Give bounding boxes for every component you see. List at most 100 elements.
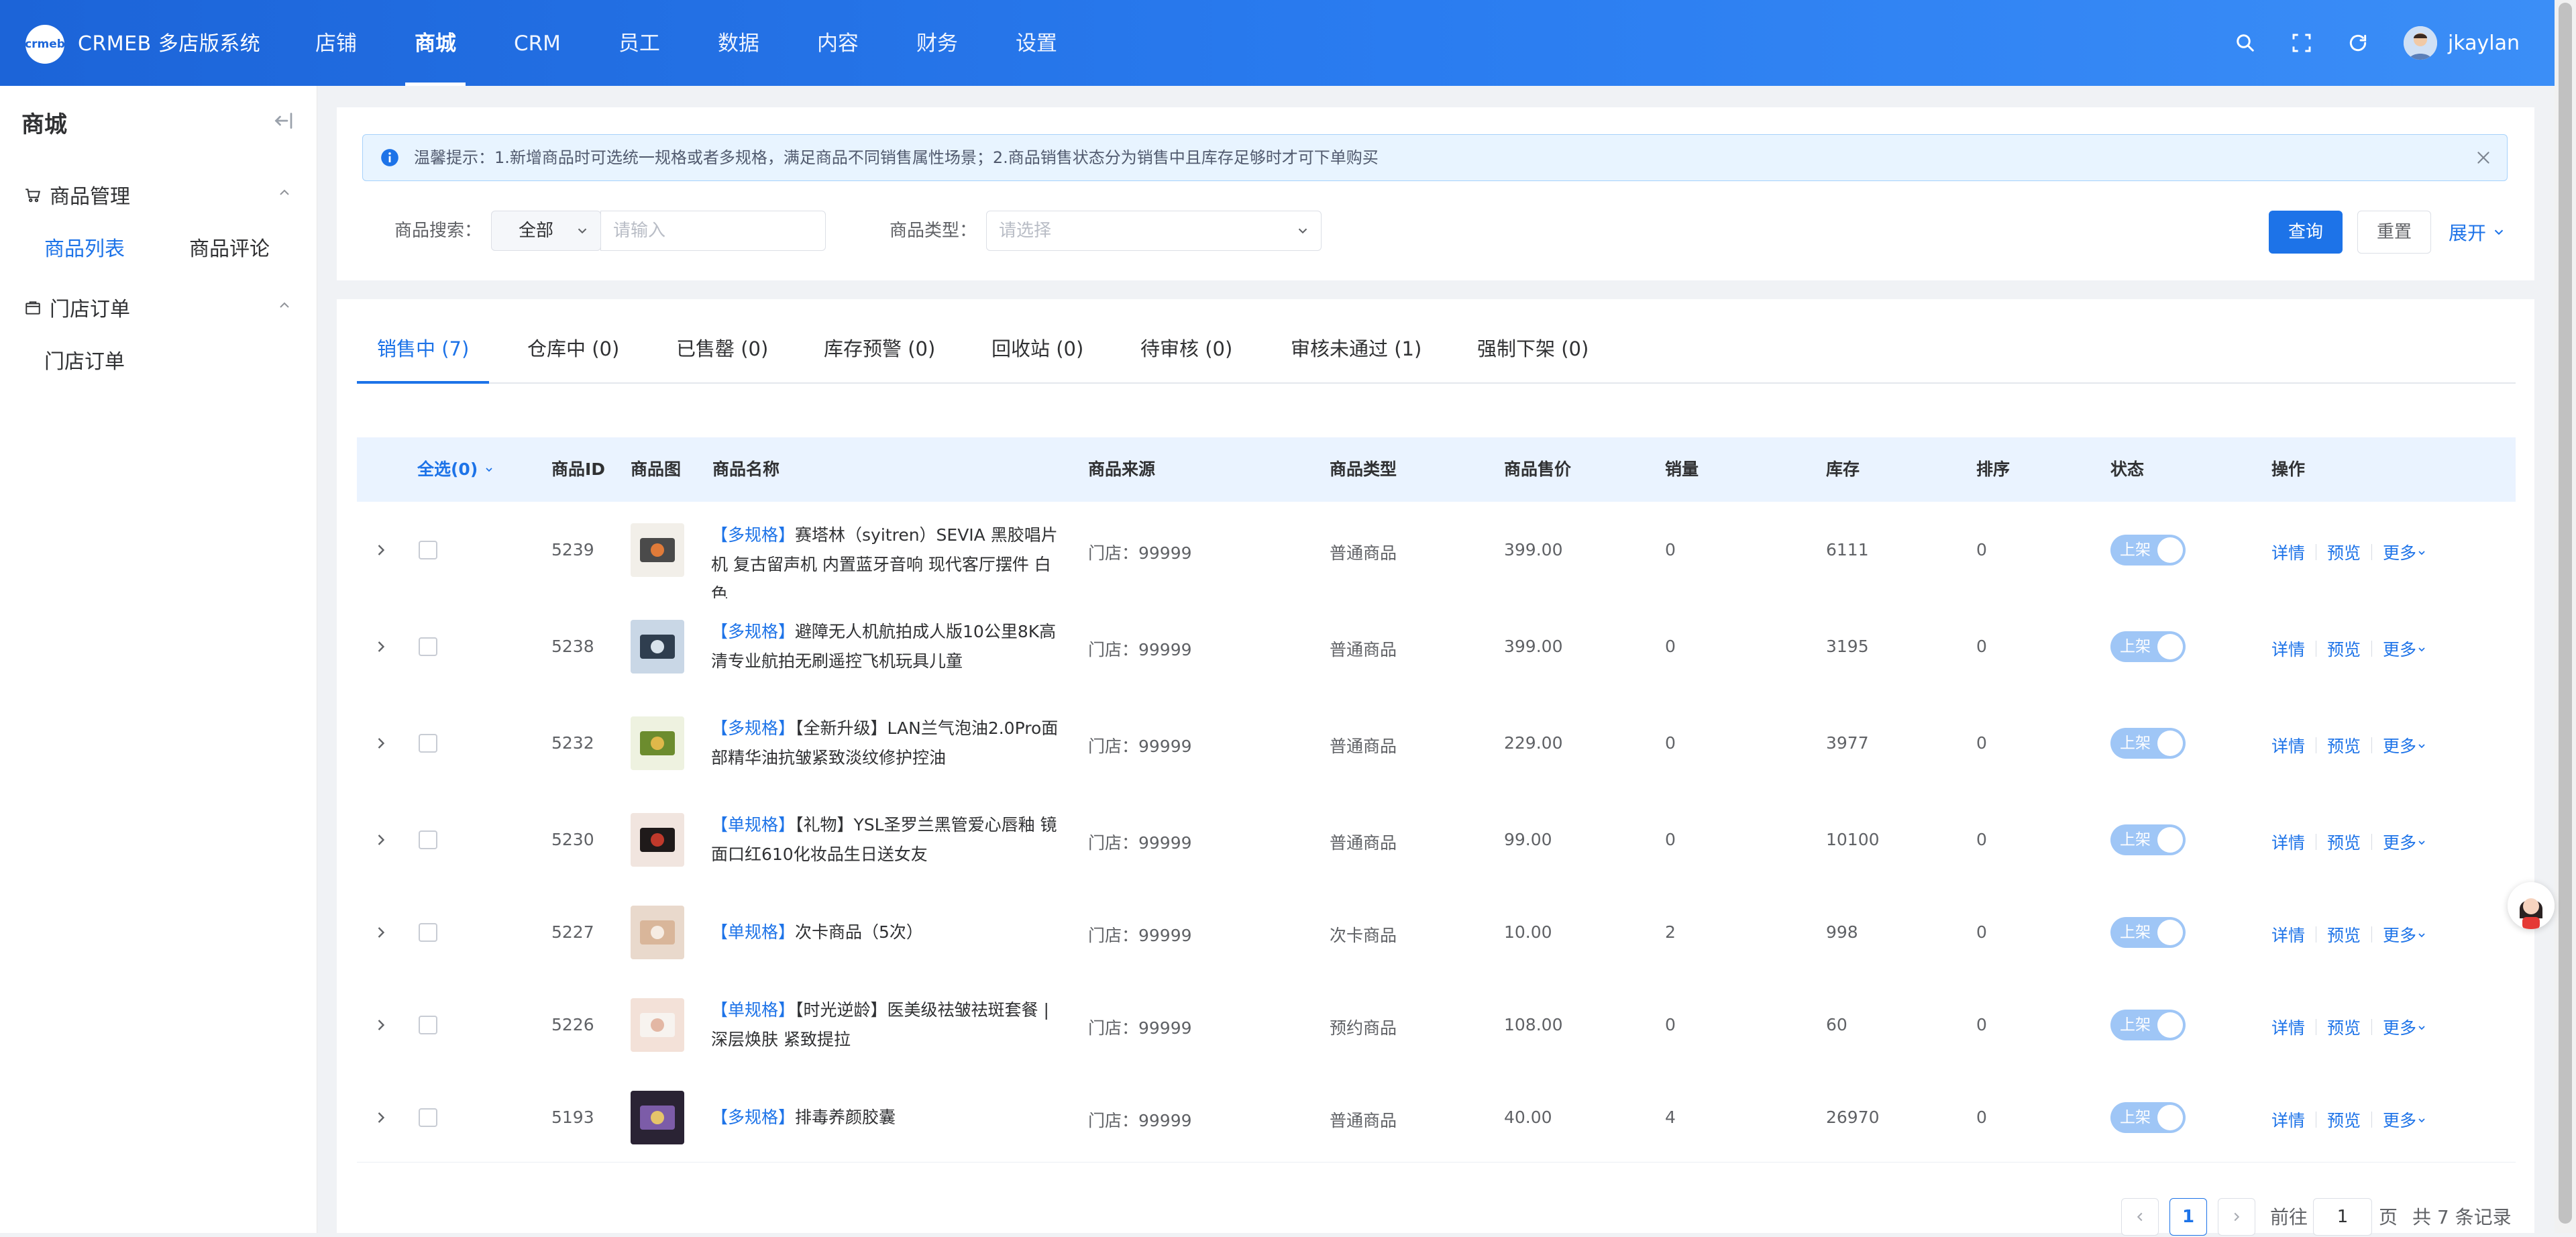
row-checkbox[interactable] bbox=[419, 1016, 437, 1034]
preview-link[interactable]: 预览 bbox=[2327, 1015, 2361, 1039]
detail-link[interactable]: 详情 bbox=[2271, 637, 2305, 661]
detail-link[interactable]: 详情 bbox=[2271, 1015, 2305, 1039]
goto-page-input[interactable]: 1 bbox=[2313, 1198, 2372, 1236]
preview-link[interactable]: 预览 bbox=[2327, 922, 2361, 947]
expand-row-icon[interactable] bbox=[372, 923, 390, 942]
product-name[interactable]: 【单规格】【时光逆龄】医美级祛皱祛斑套餐 | 深层焕肤 紧致提拉 bbox=[711, 996, 1067, 1055]
status-toggle[interactable]: 上架 bbox=[2110, 824, 2186, 855]
page-number-current[interactable]: 1 bbox=[2169, 1198, 2207, 1236]
tab-recycle-bin[interactable]: 回收站 (0) bbox=[991, 315, 1083, 382]
tab-review-rejected[interactable]: 审核未通过 (1) bbox=[1291, 315, 1421, 382]
row-checkbox[interactable] bbox=[419, 541, 437, 559]
expand-row-icon[interactable] bbox=[372, 637, 390, 656]
preview-link[interactable]: 预览 bbox=[2327, 637, 2361, 661]
username[interactable]: jkaylan bbox=[2448, 32, 2520, 55]
sidebar-item-product-reviews[interactable]: 商品评论 bbox=[189, 232, 270, 262]
expand-row-icon[interactable] bbox=[372, 541, 390, 559]
status-toggle[interactable]: 上架 bbox=[2110, 1010, 2186, 1040]
table-row[interactable]: 5238 【多规格】避障无人机航拍成人版10公里8K高清专业航拍无刷遥控飞机玩具… bbox=[357, 598, 2516, 696]
more-dropdown[interactable]: 更多 bbox=[2383, 540, 2427, 564]
table-row[interactable]: 5239 【多规格】赛塔林（syitren）SEVIA 黑胶唱片机 复古留声机 … bbox=[357, 502, 2516, 604]
nav-item-content[interactable]: 内容 bbox=[817, 0, 859, 86]
row-checkbox[interactable] bbox=[419, 734, 437, 753]
next-page-button[interactable] bbox=[2218, 1198, 2255, 1236]
detail-link[interactable]: 详情 bbox=[2271, 830, 2305, 854]
nav-item-store[interactable]: 店铺 bbox=[315, 0, 357, 86]
tab-in-warehouse[interactable]: 仓库中 (0) bbox=[527, 315, 619, 382]
chevron-up-icon[interactable] bbox=[276, 184, 292, 201]
customer-service-avatar[interactable] bbox=[2508, 882, 2555, 929]
table-row[interactable]: 5230 【单规格】【礼物】YSL圣罗兰黑管爱心唇釉 镜面口红610化妆品生日送… bbox=[357, 792, 2516, 889]
sidebar-item-store-orders[interactable]: 门店订单 bbox=[44, 345, 125, 374]
status-toggle[interactable]: 上架 bbox=[2110, 631, 2186, 662]
product-thumbnail[interactable] bbox=[631, 813, 684, 867]
select-all-dropdown[interactable]: 全选(0) bbox=[417, 437, 494, 502]
reset-button[interactable]: 重置 bbox=[2357, 211, 2431, 254]
status-toggle[interactable]: 上架 bbox=[2110, 1102, 2186, 1133]
expand-row-icon[interactable] bbox=[372, 1016, 390, 1034]
tab-pending-review[interactable]: 待审核 (0) bbox=[1140, 315, 1232, 382]
more-dropdown[interactable]: 更多 bbox=[2383, 637, 2427, 661]
status-toggle[interactable]: 上架 bbox=[2110, 917, 2186, 948]
product-thumbnail[interactable] bbox=[631, 998, 684, 1052]
table-row[interactable]: 5232 【多规格】【全新升级】LAN兰气泡油2.0Pro面部精华油抗皱紧致淡纹… bbox=[357, 695, 2516, 792]
table-row[interactable]: 5193 【多规格】排毒养颜胶囊 门店：99999 普通商品 40.00 4 2… bbox=[357, 1073, 2516, 1163]
preview-link[interactable]: 预览 bbox=[2327, 733, 2361, 757]
status-toggle[interactable]: 上架 bbox=[2110, 535, 2186, 566]
row-checkbox[interactable] bbox=[419, 923, 437, 942]
prev-page-button[interactable] bbox=[2121, 1198, 2159, 1236]
detail-link[interactable]: 详情 bbox=[2271, 922, 2305, 947]
row-checkbox[interactable] bbox=[419, 830, 437, 849]
preview-link[interactable]: 预览 bbox=[2327, 830, 2361, 854]
page-scrollbar[interactable] bbox=[2555, 0, 2576, 1233]
status-toggle[interactable]: 上架 bbox=[2110, 728, 2186, 759]
product-name[interactable]: 【单规格】次卡商品（5次） bbox=[711, 918, 1067, 947]
more-dropdown[interactable]: 更多 bbox=[2383, 830, 2427, 854]
query-button[interactable]: 查询 bbox=[2269, 211, 2343, 254]
product-thumbnail[interactable] bbox=[631, 523, 684, 577]
nav-item-crm[interactable]: CRM bbox=[514, 0, 561, 86]
search-input[interactable]: 请输入 bbox=[600, 211, 826, 251]
avatar[interactable] bbox=[2403, 26, 2437, 60]
tab-stock-warning[interactable]: 库存预警 (0) bbox=[824, 315, 935, 382]
expand-row-icon[interactable] bbox=[372, 734, 390, 753]
app-logo[interactable]: crmeb bbox=[25, 25, 65, 64]
nav-item-staff[interactable]: 员工 bbox=[619, 0, 660, 86]
detail-link[interactable]: 详情 bbox=[2271, 540, 2305, 564]
refresh-icon[interactable] bbox=[2342, 27, 2374, 59]
sidebar-item-product-list[interactable]: 商品列表 bbox=[44, 232, 125, 262]
row-checkbox[interactable] bbox=[419, 1108, 437, 1127]
nav-item-mall[interactable]: 商城 bbox=[405, 0, 466, 86]
product-name[interactable]: 【多规格】避障无人机航拍成人版10公里8K高清专业航拍无刷遥控飞机玩具儿童 bbox=[711, 617, 1067, 676]
product-name[interactable]: 【多规格】【全新升级】LAN兰气泡油2.0Pro面部精华油抗皱紧致淡纹修护控油 bbox=[711, 714, 1067, 773]
expand-row-icon[interactable] bbox=[372, 1108, 390, 1127]
tab-force-delisted[interactable]: 强制下架 (0) bbox=[1477, 315, 1589, 382]
product-thumbnail[interactable] bbox=[631, 716, 684, 770]
preview-link[interactable]: 预览 bbox=[2327, 1108, 2361, 1132]
tab-on-sale[interactable]: 销售中 (7) bbox=[356, 315, 490, 384]
row-checkbox[interactable] bbox=[419, 637, 437, 656]
more-dropdown[interactable]: 更多 bbox=[2383, 1015, 2427, 1039]
product-name[interactable]: 【多规格】排毒养颜胶囊 bbox=[711, 1103, 1067, 1132]
product-thumbnail[interactable] bbox=[631, 1091, 684, 1144]
more-dropdown[interactable]: 更多 bbox=[2383, 922, 2427, 947]
detail-link[interactable]: 详情 bbox=[2271, 733, 2305, 757]
search-scope-select[interactable]: 全部 bbox=[491, 211, 601, 251]
product-name[interactable]: 【单规格】【礼物】YSL圣罗兰黑管爱心唇釉 镜面口红610化妆品生日送女友 bbox=[711, 810, 1067, 869]
product-name[interactable]: 【多规格】赛塔林（syitren）SEVIA 黑胶唱片机 复古留声机 内置蓝牙音… bbox=[711, 521, 1067, 609]
more-dropdown[interactable]: 更多 bbox=[2383, 1108, 2427, 1132]
nav-item-settings[interactable]: 设置 bbox=[1016, 0, 1057, 86]
product-thumbnail[interactable] bbox=[631, 906, 684, 959]
nav-item-finance[interactable]: 财务 bbox=[916, 0, 958, 86]
sidebar-group-product-management[interactable]: 商品管理 bbox=[24, 180, 130, 209]
search-icon[interactable] bbox=[2229, 27, 2261, 59]
collapse-sidebar-icon[interactable] bbox=[271, 109, 295, 133]
preview-link[interactable]: 预览 bbox=[2327, 540, 2361, 564]
chevron-up-icon[interactable] bbox=[276, 297, 292, 313]
expand-row-icon[interactable] bbox=[372, 830, 390, 849]
expand-filters-link[interactable]: 展开 bbox=[2449, 219, 2506, 246]
close-icon[interactable] bbox=[2475, 149, 2492, 166]
product-type-select[interactable]: 请选择 bbox=[986, 211, 1322, 251]
nav-item-data[interactable]: 数据 bbox=[718, 0, 759, 86]
fullscreen-icon[interactable] bbox=[2286, 27, 2318, 59]
